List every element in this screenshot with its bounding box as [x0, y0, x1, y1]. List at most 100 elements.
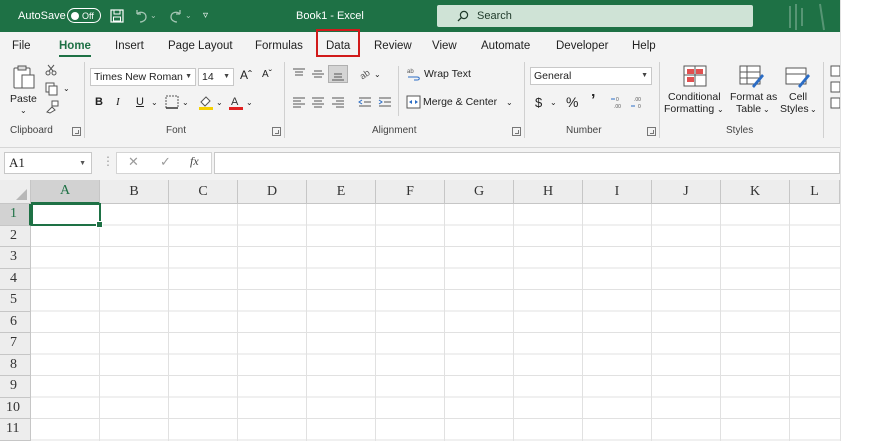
orientation-icon[interactable]: ab [358, 66, 372, 80]
decrease-indent-icon[interactable] [358, 96, 372, 108]
cells-group-partial-icon[interactable] [829, 64, 840, 114]
tab-home[interactable]: Home [59, 36, 91, 57]
percent-format-button[interactable]: % [566, 94, 578, 110]
column-header-k[interactable]: K [721, 180, 790, 204]
borders-dropdown-icon[interactable]: ⌄ [182, 98, 189, 107]
underline-button[interactable]: U [136, 96, 144, 108]
tab-file[interactable]: File [12, 36, 31, 56]
font-launcher-icon[interactable] [272, 127, 281, 136]
autosave-toggle[interactable]: Off [67, 8, 101, 23]
column-header-b[interactable]: B [100, 180, 169, 204]
row-header-6[interactable]: 6 [0, 311, 31, 333]
enter-icon[interactable]: ✓ [160, 154, 171, 170]
row-header-1[interactable]: 1 [0, 204, 31, 226]
undo-dropdown-icon[interactable]: ⌄ [150, 11, 157, 20]
italic-button[interactable]: I [116, 96, 120, 108]
search-box[interactable]: Search [437, 5, 753, 27]
conditional-formatting-dropdown-icon[interactable]: ⌄ [717, 105, 724, 114]
wrap-text-button[interactable]: Wrap Text [424, 68, 471, 80]
number-format-select[interactable]: General ▼ [530, 67, 652, 85]
font-size-select[interactable]: 14 ▼ [198, 68, 234, 86]
copy-dropdown-icon[interactable]: ⌄ [63, 84, 70, 93]
cell-styles-label-1[interactable]: Cell [789, 91, 807, 103]
merge-center-button[interactable]: Merge & Center [423, 96, 497, 108]
font-name-select[interactable]: Times New Roman ▼ [90, 68, 196, 86]
column-header-g[interactable]: G [445, 180, 514, 204]
column-header-d[interactable]: D [238, 180, 307, 204]
select-all-button[interactable] [0, 180, 31, 204]
bold-button[interactable]: B [95, 96, 103, 108]
paste-label[interactable]: Paste [10, 93, 37, 105]
tab-view[interactable]: View [432, 36, 457, 56]
decrease-font-size-button[interactable]: Aˇ [262, 69, 272, 80]
tab-developer[interactable]: Developer [556, 36, 608, 56]
undo-icon[interactable] [133, 8, 149, 24]
row-header-2[interactable]: 2 [0, 225, 31, 247]
tab-review[interactable]: Review [374, 36, 412, 56]
row-header-7[interactable]: 7 [0, 333, 31, 355]
column-header-a[interactable]: A [31, 180, 100, 204]
row-header-3[interactable]: 3 [0, 247, 31, 269]
cancel-icon[interactable]: ✕ [128, 154, 139, 170]
font-color-icon[interactable]: A [228, 94, 244, 110]
fill-color-dropdown-icon[interactable]: ⌄ [216, 98, 223, 107]
row-header-5[interactable]: 5 [0, 290, 31, 312]
formula-bar-resize-handle[interactable]: ⋮ [102, 154, 114, 168]
fill-color-icon[interactable] [198, 94, 214, 110]
paste-dropdown-icon[interactable]: ⌄ [20, 106, 27, 115]
align-center-icon[interactable] [311, 96, 325, 108]
currency-format-button[interactable]: $ [535, 95, 542, 110]
align-right-icon[interactable] [331, 96, 345, 108]
alignment-launcher-icon[interactable] [512, 127, 521, 136]
cells-area[interactable] [31, 204, 840, 441]
font-color-dropdown-icon[interactable]: ⌄ [246, 98, 253, 107]
merge-dropdown-icon[interactable]: ⌄ [506, 98, 513, 107]
format-as-table-label-1[interactable]: Format as [730, 91, 777, 103]
row-header-9[interactable]: 9 [0, 376, 31, 398]
format-as-table-label-2[interactable]: Table [736, 103, 761, 115]
tab-automate[interactable]: Automate [481, 36, 530, 56]
column-header-c[interactable]: C [169, 180, 238, 204]
tab-help[interactable]: Help [632, 36, 656, 56]
underline-dropdown-icon[interactable]: ⌄ [151, 98, 158, 107]
format-as-table-dropdown-icon[interactable]: ⌄ [763, 105, 770, 114]
redo-dropdown-icon[interactable]: ⌄ [185, 11, 192, 20]
column-header-h[interactable]: H [514, 180, 583, 204]
redo-icon[interactable] [168, 8, 184, 24]
comma-format-button[interactable]: ’ [591, 92, 595, 110]
copy-icon[interactable] [45, 82, 59, 96]
active-cell-a1[interactable] [31, 203, 103, 228]
column-header-f[interactable]: F [376, 180, 445, 204]
column-header-l[interactable]: L [790, 180, 840, 204]
customize-quick-access-icon[interactable]: ▿ [203, 10, 208, 21]
borders-icon[interactable] [165, 95, 179, 109]
cell-styles-label-2[interactable]: Styles [780, 103, 809, 115]
column-header-j[interactable]: J [652, 180, 721, 204]
row-header-8[interactable]: 8 [0, 354, 31, 376]
save-icon[interactable] [110, 9, 124, 23]
cell-styles-dropdown-icon[interactable]: ⌄ [810, 105, 817, 114]
increase-indent-icon[interactable] [378, 96, 392, 108]
number-launcher-icon[interactable] [647, 127, 656, 136]
row-header-11[interactable]: 11 [0, 419, 31, 441]
conditional-formatting-label-2[interactable]: Formatting [664, 103, 714, 115]
middle-align-icon[interactable] [311, 68, 325, 80]
insert-function-button[interactable]: fx [190, 154, 199, 169]
formula-input[interactable] [214, 152, 840, 174]
clipboard-launcher-icon[interactable] [72, 127, 81, 136]
column-header-i[interactable]: I [583, 180, 652, 204]
tab-insert[interactable]: Insert [115, 36, 144, 56]
bottom-align-button[interactable] [328, 65, 348, 83]
increase-decimal-icon[interactable]: 0.00 [611, 96, 627, 109]
orientation-dropdown-icon[interactable]: ⌄ [374, 70, 381, 79]
column-header-e[interactable]: E [307, 180, 376, 204]
chevron-down-icon[interactable]: ▼ [79, 160, 86, 167]
increase-font-size-button[interactable]: Aˆ [240, 68, 252, 82]
tab-page-layout[interactable]: Page Layout [168, 36, 233, 56]
top-align-icon[interactable] [292, 68, 306, 80]
align-left-icon[interactable] [292, 96, 306, 108]
cut-icon[interactable] [45, 64, 57, 76]
conditional-formatting-label-1[interactable]: Conditional [668, 91, 721, 103]
tab-formulas[interactable]: Formulas [255, 36, 303, 56]
paste-icon[interactable] [11, 64, 37, 90]
